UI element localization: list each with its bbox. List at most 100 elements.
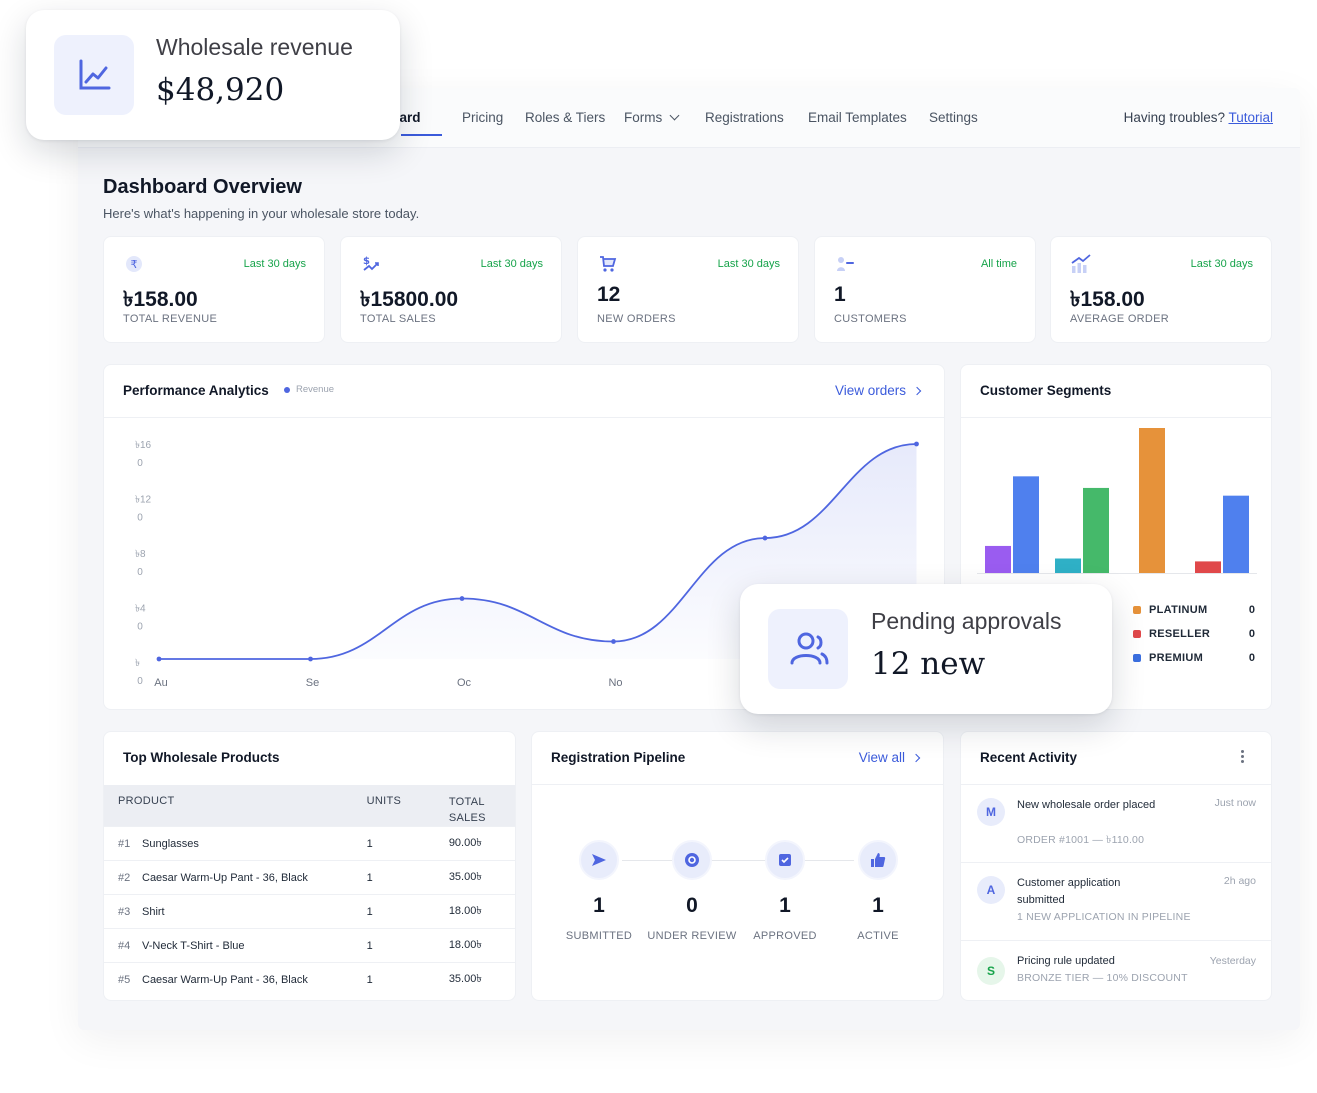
product-cell: #2 Caesar Warm-Up Pant - 36, Black <box>104 860 367 895</box>
column-header-product: PRODUCT <box>104 785 367 827</box>
table-row: #4 V-Neck T-Shirt - Blue 1 18.00৳ <box>104 928 515 963</box>
chevron-down-icon <box>669 110 680 121</box>
stat-label: AVERAGE ORDER <box>1070 313 1170 325</box>
stat-card-customers: All time 1 CUSTOMERS <box>814 236 1036 343</box>
float-label: Wholesale revenue <box>156 34 353 60</box>
y-tick-label: ৳12 <box>135 495 152 506</box>
product-name: Caesar Warm-Up Pant - 36, Black <box>142 973 308 986</box>
product-name: Sunglasses <box>142 837 199 850</box>
y-tick-label: ৳ <box>135 658 140 669</box>
total-cell: 35.00৳ <box>448 962 515 997</box>
segment-bar[interactable] <box>985 545 1011 573</box>
float-value: 12 new <box>871 646 986 682</box>
product-cell: #4 V-Neck T-Shirt - Blue <box>104 928 367 963</box>
stat-label: TOTAL REVENUE <box>123 313 218 325</box>
revenue-data-point[interactable] <box>762 535 768 541</box>
more-options-icon[interactable] <box>1241 750 1245 764</box>
units-cell: 1 <box>366 826 449 861</box>
active-tab-indicator <box>401 134 442 136</box>
registration-pipeline-card: Registration Pipeline View all 1 SUBMITT… <box>531 731 944 1001</box>
stat-range: Last 30 days <box>480 258 543 270</box>
tab-pricing[interactable]: Pricing <box>462 110 503 125</box>
table-row: #3 Shirt 1 18.00৳ <box>104 894 515 929</box>
growth-chart-icon <box>1070 253 1092 275</box>
stat-card-new-orders: Last 30 days 12 NEW ORDERS <box>577 236 799 343</box>
product-name: Shirt <box>142 905 165 918</box>
y-tick-label: ৳4 <box>135 604 146 615</box>
legend-reseller-label: RESELLER <box>1149 628 1211 640</box>
products-table: PRODUCT UNITS TOTAL SALES #1 Sunglasses 1… <box>104 785 515 997</box>
review-icon <box>672 840 712 880</box>
revenue-data-point[interactable] <box>459 596 465 601</box>
activity-item[interactable]: S Pricing rule updated BRONZE TIER — 10%… <box>961 941 1271 1000</box>
segment-bar[interactable] <box>1013 476 1039 573</box>
pipeline-step-value: 1 <box>872 894 884 917</box>
product-cell: #3 Shirt <box>104 894 367 929</box>
pipeline-step-approved: 1 APPROVED <box>740 840 830 942</box>
view-all-link[interactable]: View all <box>858 750 921 765</box>
activity-item[interactable]: M New wholesale order placed ORDER #1001… <box>961 785 1271 863</box>
tab-forms[interactable]: Forms <box>624 110 680 125</box>
units-cell: 1 <box>366 860 449 895</box>
activity-title-text: New wholesale order placed <box>1017 799 1156 811</box>
stat-range: Last 30 days <box>717 258 780 270</box>
units-cell: 1 <box>366 962 449 997</box>
y-tick-label: 0 <box>137 513 143 524</box>
pipeline-step-value: 1 <box>593 894 605 917</box>
x-tick-label: No <box>608 677 622 689</box>
revenue-data-point[interactable] <box>156 656 162 662</box>
activity-title-text: Customer application submitted <box>1017 877 1121 906</box>
tab-registrations[interactable]: Registrations <box>705 110 784 125</box>
tutorial-link[interactable]: Tutorial <box>1228 110 1273 125</box>
stat-card-average-order: Last 30 days ৳158.00 AVERAGE ORDER <box>1050 236 1272 343</box>
y-tick-label: 0 <box>137 622 143 633</box>
help-text: Having troubles? Tutorial <box>1124 110 1273 125</box>
activity-time: Yesterday <box>1209 955 1256 967</box>
tab-email-templates[interactable]: Email Templates <box>808 110 907 125</box>
x-tick-label: Au <box>154 677 167 689</box>
product-name: V-Neck T-Shirt - Blue <box>142 939 245 952</box>
segment-bar[interactable] <box>1223 495 1249 573</box>
pipeline-title: Registration Pipeline <box>551 750 686 765</box>
segment-bar[interactable] <box>1083 487 1109 573</box>
view-orders-link[interactable]: View orders <box>834 383 922 398</box>
divider <box>532 784 943 785</box>
sales-icon: $ <box>360 253 382 275</box>
segments-title: Customer Segments <box>980 383 1112 398</box>
product-cell: #1 Sunglasses <box>104 826 367 861</box>
total-cell: 18.00৳ <box>448 928 515 963</box>
stat-value: 12 <box>597 283 621 306</box>
segment-bar[interactable] <box>1139 428 1165 573</box>
column-header-units: UNITS <box>366 785 449 827</box>
pipeline-step-active: 1 ACTIVE <box>833 840 923 942</box>
legend-premium-swatch <box>1133 654 1141 662</box>
table-row: #5 Caesar Warm-Up Pant - 36, Black 1 35.0… <box>104 962 515 997</box>
revenue-data-point[interactable] <box>914 441 919 447</box>
segment-bar[interactable] <box>1055 558 1081 574</box>
avatar: M <box>977 798 1005 826</box>
revenue-data-point[interactable] <box>308 656 313 662</box>
tab-roles-tiers[interactable]: Roles & Tiers <box>525 110 605 125</box>
units-cell: 1 <box>366 928 449 963</box>
revenue-data-point[interactable] <box>611 639 616 644</box>
segment-bar[interactable] <box>1195 561 1221 573</box>
stat-label: TOTAL SALES <box>360 313 436 325</box>
view-all-label: View all <box>858 750 905 765</box>
legend-revenue-label: Revenue <box>296 384 335 395</box>
stat-range: Last 30 days <box>1190 258 1253 270</box>
stat-range: Last 30 days <box>243 258 306 270</box>
activity-item[interactable]: A Customer application submitted 1 NEW A… <box>961 863 1271 941</box>
activity-detail: 1 NEW APPLICATION IN PIPELINE <box>1017 911 1191 923</box>
chevron-right-icon <box>912 386 922 396</box>
tab-settings[interactable]: Settings <box>929 110 978 125</box>
wholesale-revenue-float-card: Wholesale revenue $48,920 <box>26 10 400 140</box>
customer-icon <box>834 253 856 275</box>
avatar: A <box>977 876 1005 904</box>
x-tick-label: Se <box>306 677 319 689</box>
user-icon <box>768 609 848 689</box>
legend-platinum-swatch <box>1133 606 1141 614</box>
y-tick-label: ৳8 <box>135 549 146 560</box>
legend-premium-value: 0 <box>1248 652 1255 664</box>
view-orders-label: View orders <box>834 383 906 398</box>
pipeline-step-label: ACTIVE <box>857 930 899 942</box>
